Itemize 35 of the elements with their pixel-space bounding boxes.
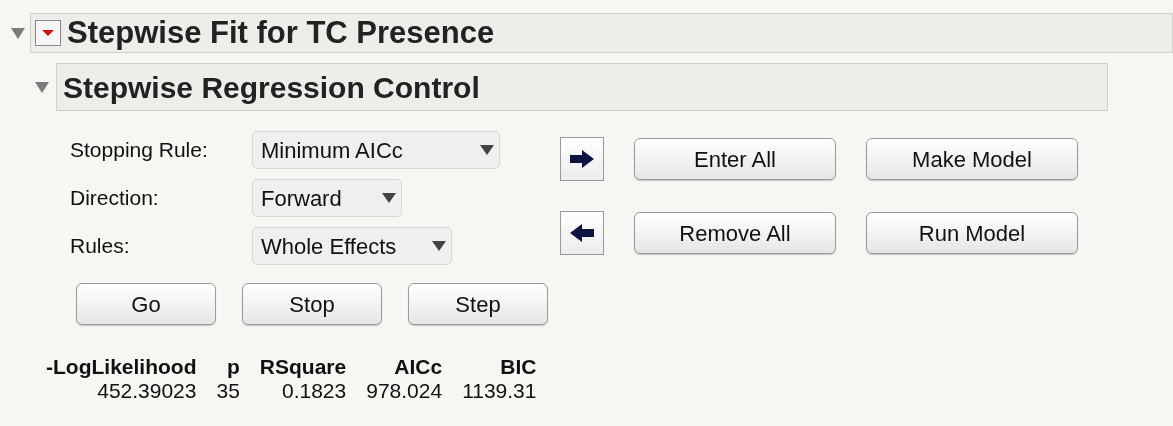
menu-dropdown-icon[interactable] — [35, 20, 61, 46]
table-cell-text: 452.39023 — [96, 379, 197, 403]
collapse-triangle-icon[interactable] — [34, 80, 50, 94]
right-arrow-icon — [569, 149, 595, 169]
column-header: -LogLikelihood — [46, 355, 197, 379]
column-header: p — [196, 355, 240, 379]
action-button[interactable]: Remove All — [634, 212, 836, 254]
table-cell: 978.024 — [346, 379, 443, 403]
setting-label: Rules: — [70, 233, 131, 260]
table-cell-text: 0.1823 — [280, 379, 347, 403]
remove-arrow-button[interactable] — [560, 211, 604, 255]
caret-icon — [431, 240, 447, 252]
action-button[interactable]: Enter All — [634, 138, 836, 180]
table-cell: 35 — [196, 379, 240, 403]
setting-label: Direction: — [70, 185, 160, 212]
run-button[interactable]: Step — [408, 283, 548, 325]
caret-icon — [479, 144, 495, 156]
left-arrow-icon — [569, 223, 595, 243]
run-button[interactable]: Stop — [242, 283, 382, 325]
enter-arrow-button[interactable] — [560, 137, 604, 181]
column-header: AICc — [346, 355, 443, 379]
column-header: BIC — [442, 355, 537, 379]
caret-icon — [381, 192, 397, 204]
table-cell: 1139.31 — [442, 379, 537, 403]
setting-dropdown[interactable]: Forward — [252, 179, 402, 217]
setting-dropdown[interactable]: Whole Effects — [252, 227, 452, 265]
column-header: RSquare — [258, 355, 347, 379]
setting-dropdown[interactable]: Minimum AICc — [252, 131, 500, 169]
action-button[interactable]: Make Model — [866, 138, 1078, 180]
action-button[interactable]: Run Model — [866, 212, 1078, 254]
setting-label: Stopping Rule: — [70, 137, 209, 164]
report-title: Stepwise Fit for TC Presence — [67, 13, 495, 52]
collapse-triangle-icon[interactable] — [10, 26, 26, 40]
section-title: Stepwise Regression Control — [63, 69, 480, 106]
run-button[interactable]: Go — [76, 283, 216, 325]
